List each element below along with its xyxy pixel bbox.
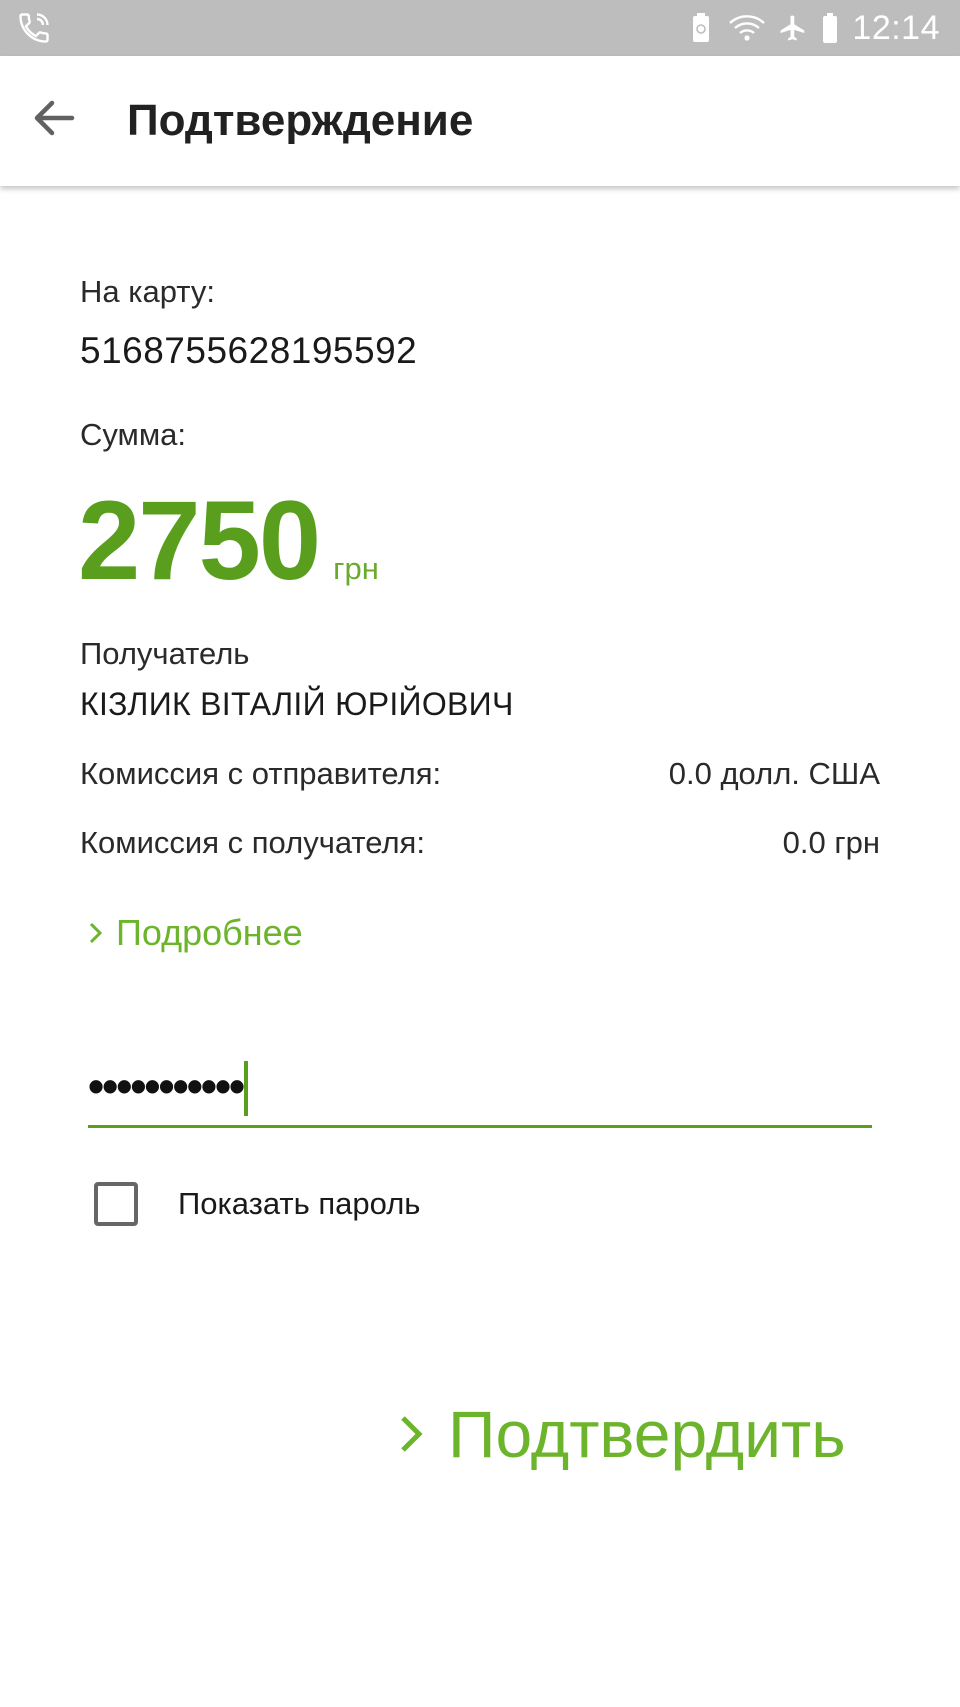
arrow-back-icon[interactable] <box>22 86 86 150</box>
fee-recipient-label: Комиссия с получателя: <box>80 825 425 860</box>
password-input[interactable]: ••••••••••• <box>88 1055 872 1128</box>
wifi-call-icon <box>19 13 49 43</box>
fee-recipient-row: Комиссия с получателя: 0.0 грн <box>80 825 880 861</box>
show-password-checkbox[interactable] <box>94 1182 138 1226</box>
amount: 2750 грн <box>78 478 379 603</box>
chevron-right-icon <box>89 922 103 944</box>
battery-saver-icon <box>693 13 710 42</box>
app-toolbar: Подтверждение <box>0 56 960 186</box>
fee-sender-value: 0.0 долл. США <box>668 756 880 791</box>
more-details-link[interactable]: Подробнее <box>88 912 303 954</box>
show-password-toggle[interactable]: Показать пароль <box>94 1182 420 1226</box>
card-number: 5168755628195592 <box>80 330 418 371</box>
recipient-name: КІЗЛИК ВІТАЛІЙ ЮРІЙОВИЧ <box>80 686 514 722</box>
fee-sender-label: Комиссия с отправителя: <box>80 756 442 791</box>
airplane-mode-icon <box>780 15 805 41</box>
more-details-label: Подробнее <box>116 912 303 953</box>
battery-icon <box>823 13 838 43</box>
fee-sender-row: Комиссия с отправителя: 0.0 долл. США <box>80 756 880 792</box>
page-title: Подтверждение <box>127 96 474 145</box>
sum-label: Сумма: <box>80 417 187 452</box>
password-value: ••••••••••• <box>88 1060 245 1112</box>
show-password-label: Показать пароль <box>178 1186 421 1221</box>
wifi-icon <box>729 15 766 41</box>
text-caret <box>244 1061 248 1116</box>
amount-currency: грн <box>333 551 379 586</box>
confirm-label: Подтвердить <box>448 1397 846 1471</box>
status-bar: 12:14 <box>0 0 960 56</box>
chevron-right-icon <box>401 1416 423 1452</box>
confirm-button[interactable]: Подтвердить <box>398 1396 846 1472</box>
recipient-label: Получатель <box>80 636 250 671</box>
card-label: На карту: <box>80 274 215 309</box>
amount-value: 2750 <box>78 478 321 603</box>
status-time: 12:14 <box>852 8 940 47</box>
fee-recipient-value: 0.0 грн <box>782 825 880 860</box>
